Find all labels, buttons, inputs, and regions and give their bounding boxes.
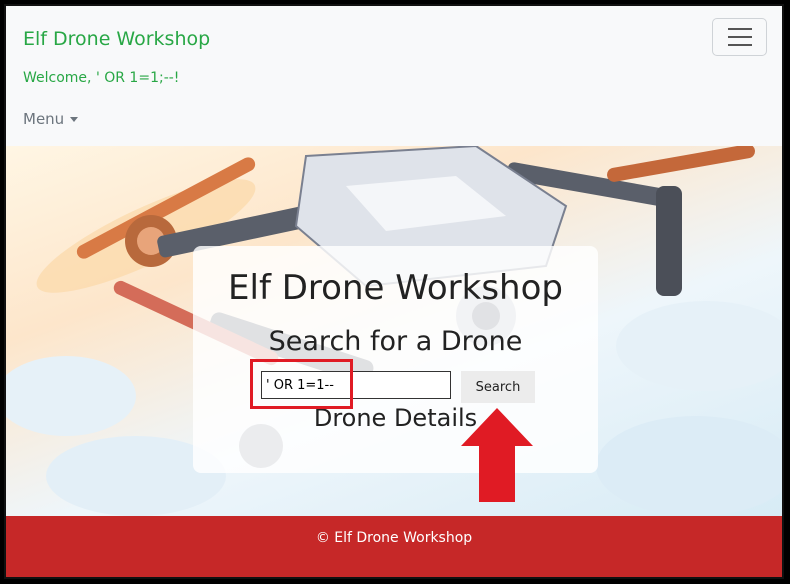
annotation-highlight-box (250, 359, 353, 409)
footer: © Elf Drone Workshop (6, 516, 782, 577)
brand-link[interactable]: Elf Drone Workshop (23, 28, 210, 50)
navbar: Elf Drone Workshop Welcome, ' OR 1=1;--!… (6, 6, 782, 146)
menu-dropdown[interactable]: Menu (23, 110, 79, 128)
menu-label: Menu (23, 110, 65, 128)
welcome-message: Welcome, ' OR 1=1;--! (23, 70, 180, 86)
hamburger-icon-bar (727, 44, 752, 46)
hamburger-icon-bar (727, 28, 752, 30)
footer-copyright: © Elf Drone Workshop (315, 530, 473, 546)
hero-section: Elf Drone Workshop Search for a Drone Se… (6, 146, 782, 516)
search-card: Elf Drone Workshop Search for a Drone Se… (193, 246, 598, 473)
page-title: Elf Drone Workshop (228, 268, 563, 308)
search-button[interactable]: Search (461, 371, 535, 403)
browser-viewport: Elf Drone Workshop Welcome, ' OR 1=1;--!… (4, 4, 784, 579)
annotation-arrow-up-icon (461, 408, 533, 502)
search-heading: Search for a Drone (268, 326, 523, 357)
hamburger-icon-bar (727, 36, 752, 38)
hamburger-menu-button[interactable] (712, 18, 767, 56)
caret-down-icon (70, 117, 79, 122)
